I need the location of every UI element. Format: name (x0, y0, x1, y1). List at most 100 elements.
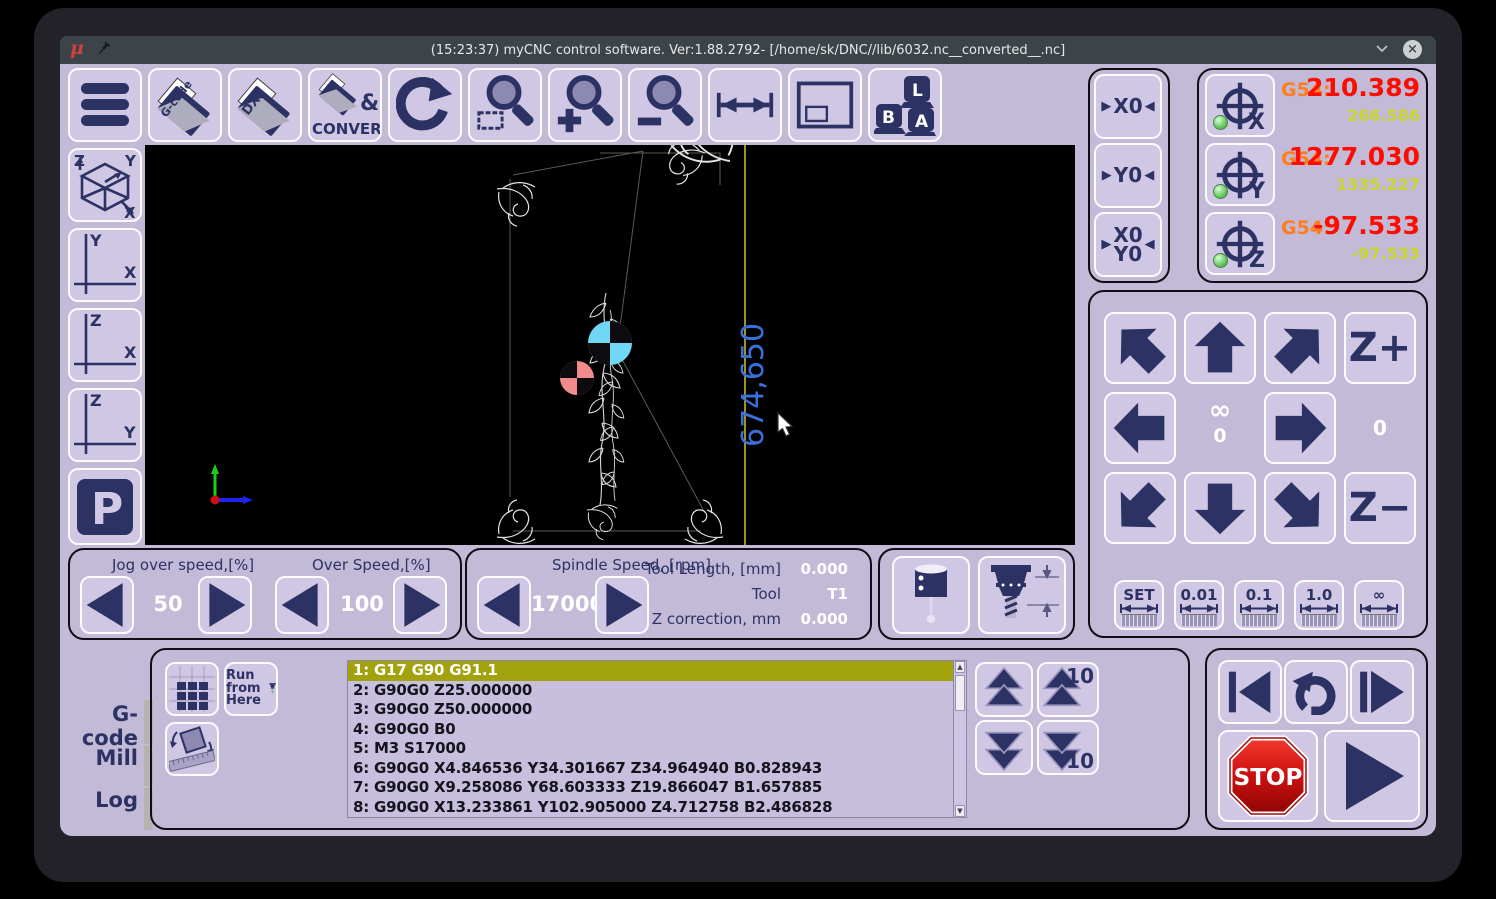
jog-step-1p0-button[interactable]: 1.0 (1294, 580, 1344, 630)
tab-log[interactable]: Log (68, 788, 138, 812)
y-position-value: 1277.030 (1288, 142, 1420, 171)
jog-step-set-button[interactable]: SET (1114, 580, 1164, 630)
jog-down-right-button[interactable] (1264, 472, 1336, 544)
back-button[interactable] (1284, 660, 1348, 724)
jog-down-button[interactable] (1184, 472, 1256, 544)
step-forward-button[interactable] (1350, 660, 1414, 724)
folder-gcode-icon: G-code (157, 77, 210, 136)
ornament-top-right (658, 84, 750, 190)
open-dxf-button[interactable]: DXF (228, 68, 302, 142)
jog-down-left-button[interactable] (1104, 472, 1176, 544)
view-xy-button[interactable]: Y X (68, 228, 142, 302)
spindle-small-icon (269, 683, 276, 694)
set-x0-button[interactable]: ▶ X0 ◀ (1094, 74, 1162, 139)
gcode-line[interactable]: 7: G90G0 X9.258086 Y68.603333 Z19.866047… (348, 778, 966, 798)
gcode-scrollbar[interactable]: ▲ ▼ (953, 661, 966, 817)
tab-gcode[interactable]: G-code (68, 702, 138, 750)
view-iso-button[interactable]: Z Y X (68, 148, 142, 222)
jog-z-minus-button[interactable]: Z− (1344, 472, 1416, 544)
grid-icon (169, 666, 215, 712)
gcode-up-10-button[interactable]: 10 (1037, 662, 1099, 717)
svg-text:L: L (912, 81, 923, 101)
reload-button[interactable] (388, 68, 462, 142)
jog-speed-increase-button[interactable] (198, 576, 252, 634)
gcode-up-button[interactable] (975, 662, 1033, 717)
probe-tool-button[interactable] (892, 556, 970, 634)
minimize-chevron-icon[interactable] (1375, 42, 1389, 57)
rotate-part-button[interactable] (165, 722, 219, 776)
gcode-line[interactable]: 2: G90G0 Z25.000000 (348, 681, 966, 701)
jog-step-0p1-button[interactable]: 0.1 (1234, 580, 1284, 630)
hotkeys-button[interactable]: L B A (868, 68, 942, 142)
view-zx-button[interactable]: Z X (68, 308, 142, 382)
gcode-line[interactable]: 8: G90G0 X13.233861 Y102.905000 Z4.71275… (348, 798, 966, 818)
gcode-down-10-button[interactable]: 10 (1037, 720, 1099, 775)
jog-z-plus-button[interactable]: Z+ (1344, 312, 1416, 384)
ornament-bottom-right (684, 499, 724, 544)
gcode-line[interactable]: 5: M3 S17000 (348, 739, 966, 759)
jog-right-button[interactable] (1264, 392, 1336, 464)
step-forward-icon (1360, 670, 1404, 714)
tool-length-measure-button[interactable] (978, 556, 1066, 634)
view-zy-button[interactable]: Z Y (68, 388, 142, 462)
zx-plane-icon: Z X (74, 312, 137, 374)
ruler-icon (1241, 613, 1277, 626)
jog-step-0p01-button[interactable]: 0.01 (1174, 580, 1224, 630)
marker-current-position (588, 321, 632, 365)
open-gcode-button[interactable]: G-code (148, 68, 222, 142)
gcode-line[interactable]: 4: G90G0 B0 (348, 720, 966, 740)
circular-arrow-icon (396, 76, 453, 131)
gcode-line-selected[interactable]: 1: G17 G90 G91.1 (348, 661, 966, 681)
park-button[interactable]: P (68, 468, 142, 545)
set-x0y0-button[interactable]: ▶ X0 Y0 ◀ (1094, 212, 1162, 277)
zoom-in-button[interactable] (548, 68, 622, 142)
scrollbar-thumb[interactable] (955, 675, 965, 711)
convert-dxf-button[interactable]: & CONVERT (308, 68, 382, 142)
scroll-up-arrow-icon[interactable]: ▲ (955, 661, 965, 673)
z-led-icon (1213, 253, 1228, 268)
zoom-fit-button[interactable] (468, 68, 542, 142)
dro-z-target-button[interactable]: Z (1205, 212, 1275, 275)
spindle-speed-decrease-button[interactable] (477, 576, 531, 634)
dro-x-target-button[interactable]: X (1205, 74, 1275, 137)
array-grid-button[interactable] (165, 662, 219, 716)
over-speed-decrease-button[interactable] (275, 576, 329, 634)
playback-panel: STOP (1205, 648, 1428, 830)
jog-up-button[interactable] (1184, 312, 1256, 384)
double-arrow-icon (716, 92, 774, 118)
z-position-value: -97.533 (1313, 211, 1420, 240)
dro-y-target-button[interactable]: Y (1205, 143, 1275, 206)
gcode-list[interactable]: 1: G17 G90 G91.1 2: G90G0 Z25.000000 3: … (347, 660, 967, 818)
jog-speed-decrease-button[interactable] (80, 576, 134, 634)
set-y0-button[interactable]: ▶ Y0 ◀ (1094, 143, 1162, 208)
run-from-here-button[interactable]: Run from Here (224, 662, 278, 716)
play-button[interactable] (1324, 730, 1420, 822)
svg-text:&: & (360, 91, 379, 116)
zoom-out-button[interactable] (628, 68, 702, 142)
jog-left-button[interactable] (1104, 392, 1176, 464)
gcode-line[interactable]: 3: G90G0 Z50.000000 (348, 700, 966, 720)
scroll-down-arrow-icon[interactable]: ▼ (955, 805, 965, 817)
svg-text:X: X (124, 343, 137, 362)
toolpath-canvas[interactable]: 674,650 (145, 84, 1075, 545)
jog-step-infinite-button[interactable]: ∞ (1354, 580, 1404, 630)
spindle-speed-increase-button[interactable] (595, 576, 649, 634)
jog-up-left-button[interactable] (1104, 312, 1176, 384)
jog-up-right-button[interactable] (1264, 312, 1336, 384)
zero-buttons-panel: ▶ X0 ◀ ▶ Y0 ◀ ▶ X0 Y0 ◀ (1088, 68, 1170, 283)
close-icon[interactable]: × (1403, 40, 1422, 59)
gcode-down-button[interactable] (975, 720, 1033, 775)
measure-width-button[interactable] (708, 68, 782, 142)
svg-text:Z: Z (74, 152, 85, 170)
rewind-to-start-button[interactable] (1218, 660, 1282, 724)
gcode-line[interactable]: 6: G90G0 X4.846536 Y34.301667 Z34.964940… (348, 759, 966, 779)
tab-mill[interactable]: Mill (68, 746, 139, 770)
ruler-icon (1301, 613, 1337, 626)
mouse-cursor-icon (777, 411, 794, 437)
main-menu-button[interactable] (68, 68, 142, 142)
viewport-button[interactable] (788, 68, 862, 142)
over-speed-increase-button[interactable] (393, 576, 447, 634)
svg-text:Y: Y (89, 232, 102, 250)
gcode-panel: Run from Here 1: G17 G90 G91.1 2: G90G0 … (150, 648, 1190, 830)
stop-button[interactable]: STOP (1218, 730, 1318, 822)
